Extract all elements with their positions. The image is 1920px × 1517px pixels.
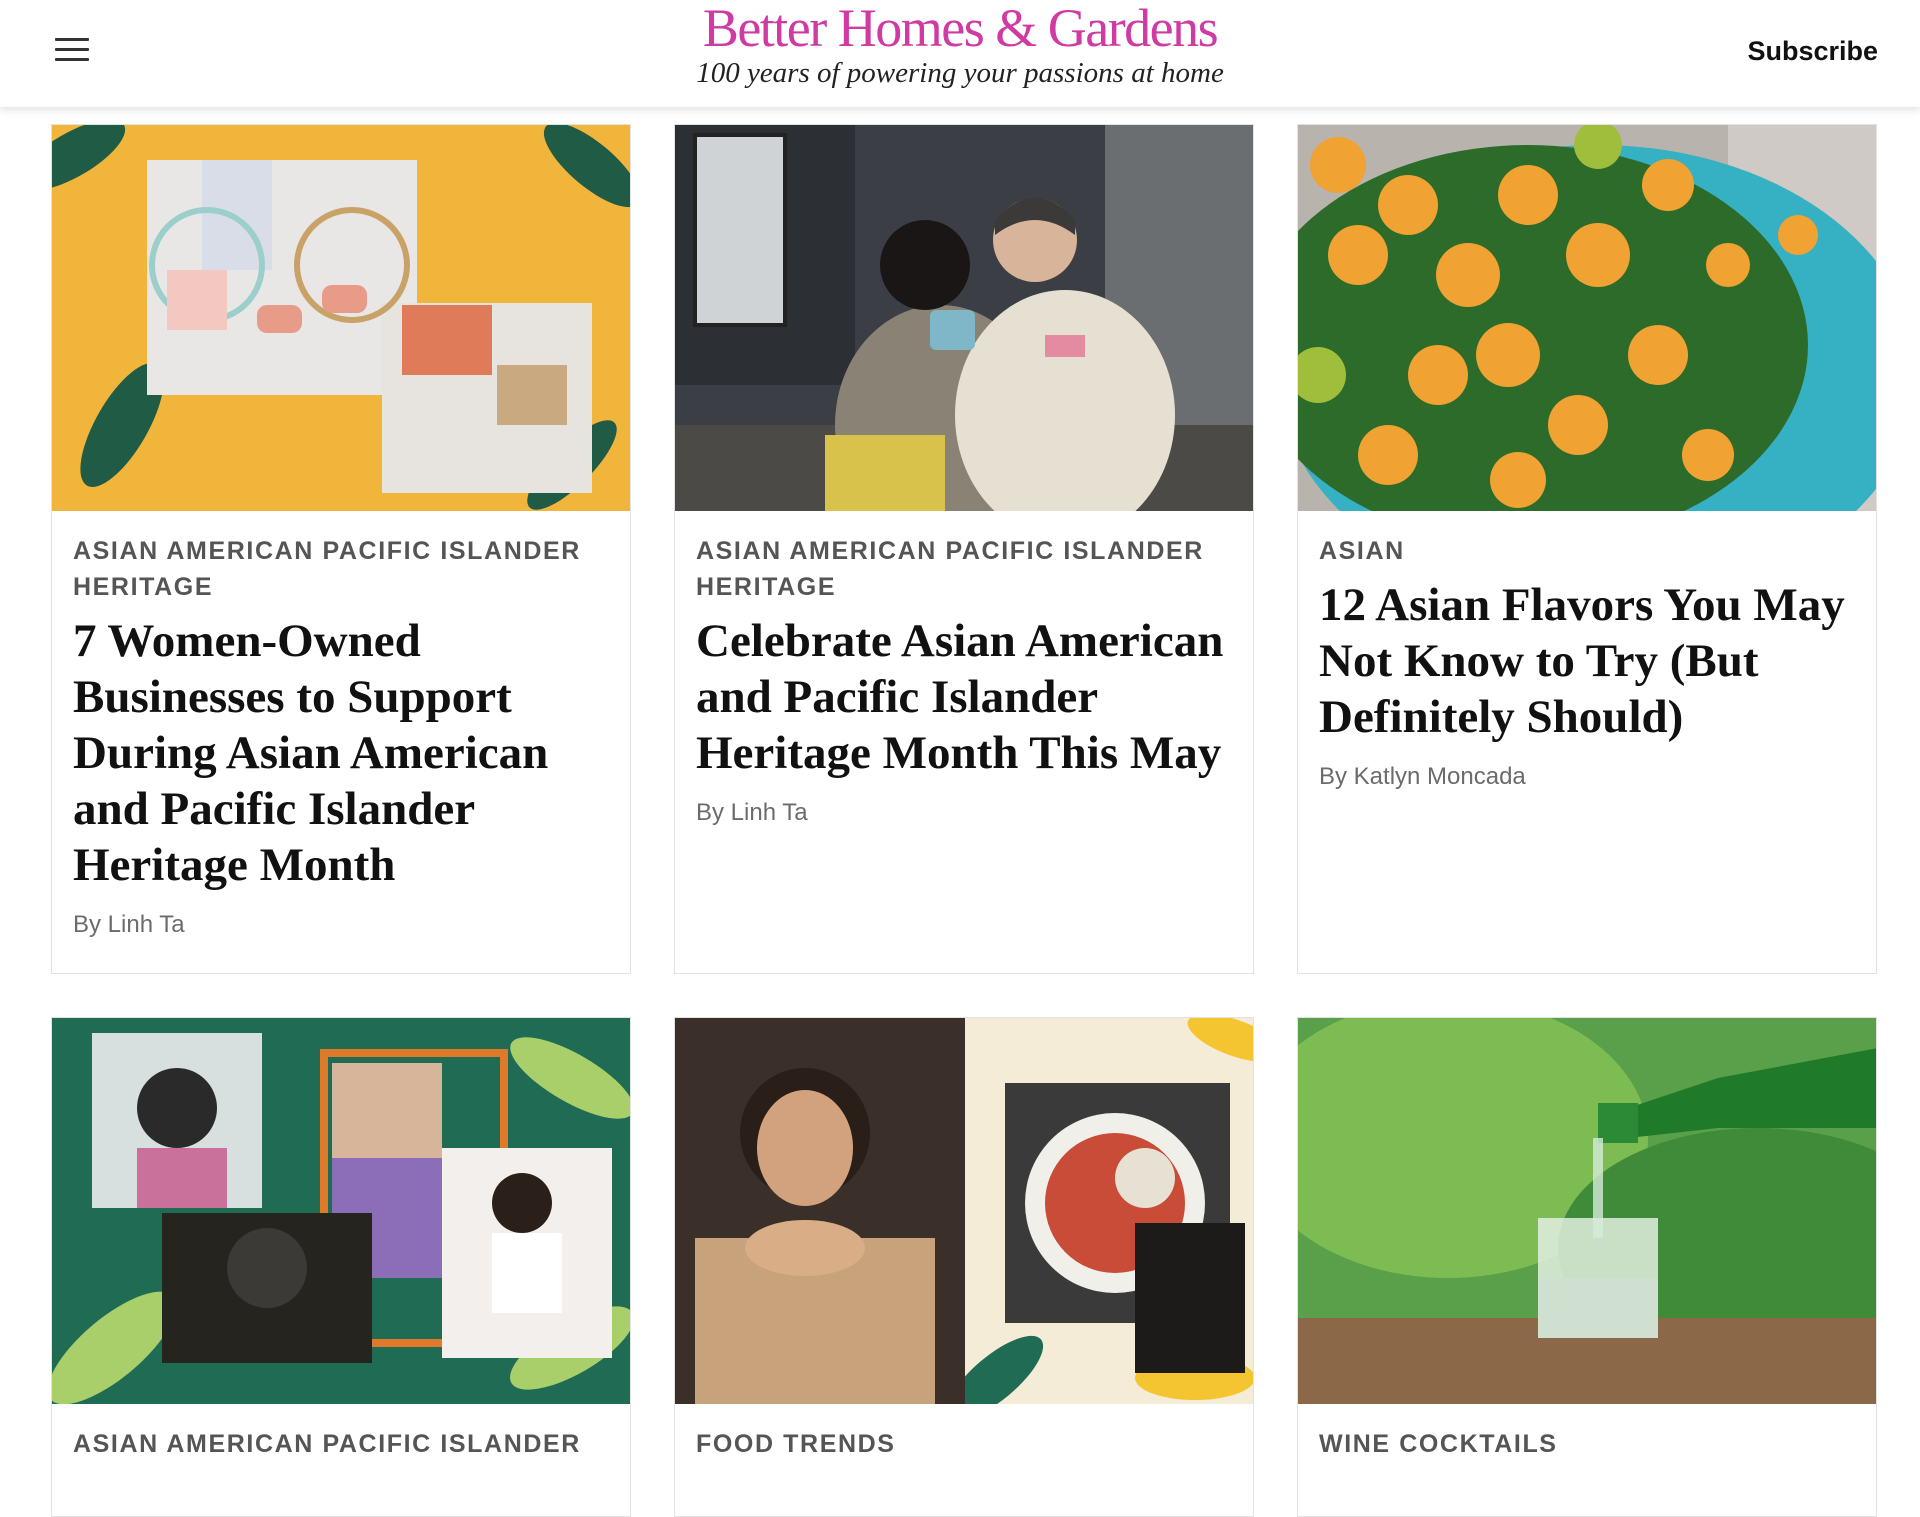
article-image[interactable]: [1298, 1018, 1876, 1404]
site-logo[interactable]: Better Homes & Gardens 100 years of powe…: [0, 0, 1920, 90]
article-image[interactable]: [52, 1018, 630, 1404]
article-category[interactable]: WINE COCKTAILS: [1319, 1426, 1855, 1462]
site-header: Better Homes & Gardens 100 years of powe…: [0, 0, 1920, 107]
article-card[interactable]: ASIAN AMERICAN PACIFIC ISLANDER HERITAGE…: [51, 124, 631, 974]
article-category[interactable]: ASIAN AMERICAN PACIFIC ISLANDER: [73, 1426, 609, 1462]
article-image[interactable]: [675, 125, 1253, 511]
article-image-collage: [675, 1018, 1253, 1404]
article-title[interactable]: 7 Women-Owned Businesses to Support Duri…: [73, 613, 609, 893]
article-category[interactable]: ASIAN AMERICAN PACIFIC ISLANDER HERITAGE: [73, 533, 609, 605]
article-image[interactable]: [1298, 125, 1876, 511]
brand-name[interactable]: Better Homes & Gardens: [0, 0, 1920, 56]
article-image[interactable]: [52, 125, 630, 511]
article-category[interactable]: ASIAN: [1319, 533, 1855, 569]
article-image-collage: [52, 1018, 630, 1404]
article-card[interactable]: WINE COCKTAILS: [1297, 1017, 1877, 1517]
article-byline: By Linh Ta: [73, 911, 185, 938]
article-image-photo: [1298, 1018, 1876, 1404]
article-card[interactable]: ASIAN AMERICAN PACIFIC ISLANDER: [51, 1017, 631, 1517]
article-card[interactable]: FOOD TRENDS: [674, 1017, 1254, 1517]
subscribe-button[interactable]: Subscribe: [1747, 36, 1878, 67]
article-category[interactable]: ASIAN AMERICAN PACIFIC ISLANDER HERITAGE: [696, 533, 1232, 605]
brand-tagline: 100 years of powering your passions at h…: [696, 57, 1224, 89]
article-card[interactable]: ASIAN AMERICAN PACIFIC ISLANDER HERITAGE…: [674, 124, 1254, 974]
article-byline: By Katlyn Moncada: [1319, 763, 1526, 790]
article-title[interactable]: 12 Asian Flavors You May Not Know to Try…: [1319, 577, 1855, 745]
article-image-collage: [52, 125, 630, 511]
article-byline: By Linh Ta: [696, 799, 808, 826]
article-title[interactable]: Celebrate Asian American and Pacific Isl…: [696, 613, 1232, 781]
article-image-photo: [675, 125, 1253, 511]
article-card[interactable]: ASIAN 12 Asian Flavors You May Not Know …: [1297, 124, 1877, 974]
article-category[interactable]: FOOD TRENDS: [696, 1426, 1232, 1462]
article-image[interactable]: [675, 1018, 1253, 1404]
article-image-photo: [1298, 125, 1876, 511]
